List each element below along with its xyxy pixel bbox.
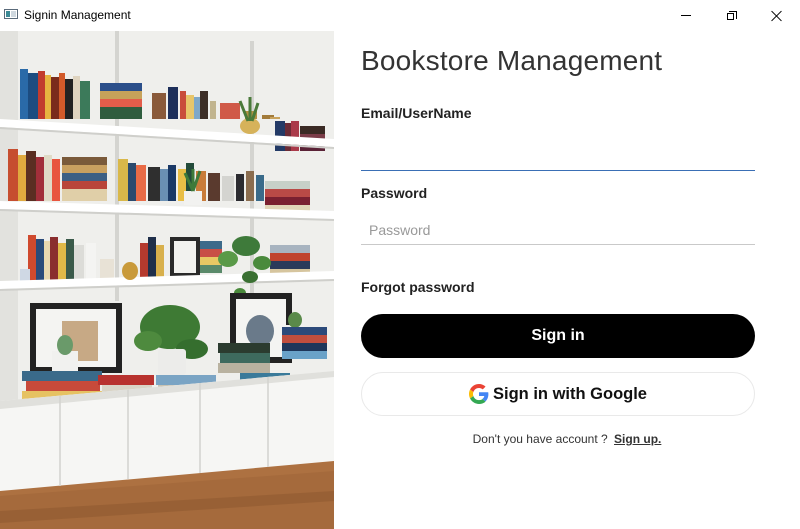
sign-in-button[interactable]: Sign in	[361, 314, 755, 358]
window-title: Signin Management	[24, 8, 131, 22]
sign-in-label: Sign in	[531, 327, 585, 344]
restore-button[interactable]	[709, 0, 755, 31]
close-button[interactable]	[754, 0, 800, 31]
google-icon	[469, 384, 489, 404]
google-sign-in-button[interactable]: Sign in with Google	[361, 372, 755, 416]
google-sign-in-label: Sign in with Google	[493, 384, 647, 403]
restore-icon	[727, 10, 737, 21]
password-label: Password	[361, 185, 428, 201]
forgot-password-link[interactable]: Forgot password	[361, 279, 475, 295]
password-field[interactable]	[361, 215, 755, 245]
app-icon	[4, 9, 18, 19]
signin-form: Bookstore Management Email/UserName Pass…	[334, 31, 800, 529]
minimize-button[interactable]	[663, 0, 709, 31]
close-icon	[771, 10, 783, 22]
title-bar: Signin Management	[0, 0, 800, 31]
email-field[interactable]	[361, 141, 755, 171]
email-label: Email/UserName	[361, 105, 472, 121]
page-title: Bookstore Management	[361, 45, 663, 76]
sign-up-link[interactable]: Sign up.	[614, 432, 661, 446]
minimize-icon	[681, 15, 691, 16]
signup-row: Don't you have account ? Sign up.	[334, 432, 800, 446]
bookshelf-photo	[0, 31, 334, 529]
signup-prompt: Don't you have account ?	[472, 432, 608, 446]
